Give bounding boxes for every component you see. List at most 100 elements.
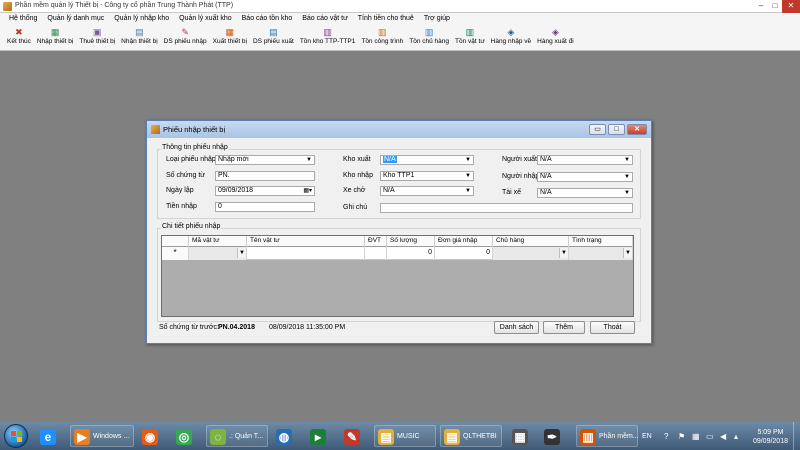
dialog-minimize-button[interactable]: ▭	[589, 124, 606, 135]
taskbar-item-0[interactable]: e	[36, 425, 66, 447]
cell-don-gia-nhap[interactable]: 0	[435, 247, 493, 260]
cell-ma-vat-tu[interactable]: ▼	[189, 247, 247, 260]
ngay-lap-picker[interactable]: 09/09/2018 ▦▾	[215, 186, 315, 196]
taskbar-item-9[interactable]: ▤ QLTHETBI	[440, 425, 502, 447]
taskbar-item-13[interactable]: ▥ Phần mềm...	[576, 425, 639, 447]
so-chung-tu-input[interactable]: PN.	[215, 171, 315, 181]
toolbar-button-6[interactable]: ▤ DS phiếu xuất	[250, 26, 297, 50]
chevron-down-icon[interactable]: ▼	[465, 157, 471, 164]
chevron-down-icon[interactable]: ▼	[624, 190, 630, 197]
chevron-down-icon[interactable]: ▼	[465, 173, 471, 180]
toolbar-button-9[interactable]: ▥ Tồn chủ hàng	[406, 26, 452, 50]
taskbar-item-5[interactable]: ◍	[272, 425, 302, 447]
toolbar-button-7[interactable]: ▥ Tồn kho TTP-TTP1	[297, 26, 359, 50]
taskbar-item-4[interactable]: ◌.: Quản T...	[206, 425, 268, 447]
menu-bao-cao-vat-tu[interactable]: Báo cáo vật tư	[297, 13, 353, 26]
tray-help-icon[interactable]: ?	[664, 432, 668, 441]
toolbar-button-4[interactable]: ✎ DS phiếu nhập	[161, 26, 210, 50]
menu-tinh-tien-cho-thue[interactable]: Tính tiền cho thuê	[353, 13, 419, 26]
start-button[interactable]	[4, 424, 28, 448]
paint-icon: ✎	[344, 429, 360, 445]
taskbar-item-7[interactable]: ✎	[340, 425, 370, 447]
incoming-goods-icon: ◈	[507, 27, 515, 37]
menu-quan-ly-danh-muc[interactable]: Quản lý danh mục	[42, 13, 109, 26]
toolbar-button-10[interactable]: ▥ Tồn vật tư	[452, 26, 488, 50]
menu-quan-ly-nhap-kho[interactable]: Quản lý nhập kho	[109, 13, 174, 26]
taskbar-item-1[interactable]: ▶ Windows ...	[70, 425, 134, 447]
toolbar-button-8[interactable]: ▥ Tồn công trình	[358, 26, 406, 50]
tray-flag-icon[interactable]: ⚑	[678, 432, 685, 441]
tray-arrow-icon[interactable]: ▴	[734, 432, 738, 441]
table-row-new[interactable]: * ▼ 0 0 ▼ ▼	[162, 247, 633, 260]
tray-volume-icon[interactable]: ◀	[720, 432, 726, 441]
menu-he-thong[interactable]: Hệ thống	[4, 13, 42, 26]
cell-dvt[interactable]	[365, 247, 387, 260]
chevron-down-icon[interactable]: ▼	[465, 188, 471, 195]
toolbar-button-3[interactable]: ▤ Nhận thiết bị	[118, 26, 161, 50]
taskbar-item-label: MUSIC	[397, 433, 420, 440]
dialog-maximize-button[interactable]: □	[608, 124, 625, 135]
nguoi-xuat-combo[interactable]: N/A ▼	[537, 155, 633, 165]
maximize-button[interactable]: □	[768, 0, 782, 13]
taskbar-item-3[interactable]: ◎	[172, 425, 202, 447]
chevron-down-icon[interactable]: ▼	[237, 248, 246, 258]
menu-bao-cao-ton-kho[interactable]: Báo cáo tồn kho	[237, 13, 298, 26]
add-button[interactable]: Thêm	[543, 321, 585, 334]
language-indicator[interactable]: EN	[642, 433, 652, 440]
cell-chu-hang[interactable]: ▼	[493, 247, 569, 260]
detail-grid[interactable]: Mã vật tư Tên vật tư ĐVT Số lượng Đơn gi…	[161, 235, 634, 317]
taskbar-item-8[interactable]: ▤ MUSIC	[374, 425, 436, 447]
toolbar-button-2[interactable]: ▣ Thuê thiết bị	[76, 26, 118, 50]
minimize-button[interactable]: –	[754, 0, 768, 13]
chevron-down-icon[interactable]: ▼	[624, 157, 630, 164]
taskbar-item-11[interactable]: ✒	[540, 425, 570, 447]
menu-tro-giup[interactable]: Trợ giúp	[419, 13, 455, 26]
cell-ten-vat-tu[interactable]	[247, 247, 365, 260]
toolbar-button-12[interactable]: ◈ Hàng xuất đi	[534, 26, 577, 50]
col-tinh-trang[interactable]: Tình trạng	[569, 236, 633, 247]
taskbar-item-label: QLTHETBI	[463, 433, 497, 440]
tien-nhap-input[interactable]: 0	[215, 202, 315, 212]
menu-quan-ly-xuat-kho[interactable]: Quản lý xuất kho	[174, 13, 237, 26]
tray-network-icon[interactable]: ▦	[692, 432, 700, 441]
pen-icon: ✒	[544, 429, 560, 445]
loai-phieu-combo[interactable]: Nhập mới ▼	[215, 155, 315, 165]
col-so-luong[interactable]: Số lượng	[387, 236, 435, 247]
ghi-chu-input[interactable]	[380, 203, 633, 213]
show-desktop-button[interactable]	[793, 422, 800, 450]
firefox-icon: ◉	[142, 429, 158, 445]
col-don-gia-nhap[interactable]: Đơn giá nhập	[435, 236, 493, 247]
list-button[interactable]: Danh sách	[494, 321, 539, 334]
taskbar-item-2[interactable]: ◉	[138, 425, 168, 447]
taskbar-item-6[interactable]: ▸	[306, 425, 336, 447]
toolbar-button-11[interactable]: ◈ Hàng nhập về	[488, 26, 534, 50]
xe-cho-combo[interactable]: N/A ▼	[380, 186, 474, 196]
clock[interactable]: 5:09 PM 09/09/2018	[753, 428, 788, 446]
toolbar-button-0[interactable]: ✖ Kết thúc	[4, 26, 34, 50]
col-dvt[interactable]: ĐVT	[365, 236, 387, 247]
loai-phieu-label: Loại phiếu nhập	[166, 156, 216, 163]
toolbar-button-5[interactable]: ▦ Xuất thiết bị	[210, 26, 250, 50]
cell-tinh-trang[interactable]: ▼	[569, 247, 633, 260]
chevron-down-icon[interactable]: ▼	[306, 157, 312, 164]
tray-battery-icon[interactable]: ▭	[706, 432, 714, 441]
col-ten-vat-tu[interactable]: Tên vật tư	[247, 236, 365, 247]
taskbar-item-10[interactable]: ▦	[508, 425, 538, 447]
chevron-down-icon[interactable]: ▼	[559, 248, 568, 258]
calendar-icon[interactable]: ▦▾	[303, 188, 312, 195]
col-chu-hang[interactable]: Chủ hàng	[493, 236, 569, 247]
cell-so-luong[interactable]: 0	[387, 247, 435, 260]
dialog-close-button[interactable]: ✕	[627, 124, 647, 135]
kho-nhap-combo[interactable]: Kho TTP1 ▼	[380, 171, 474, 181]
exit-button[interactable]: Thoát	[590, 321, 635, 334]
chevron-down-icon[interactable]: ▼	[624, 174, 630, 181]
col-ma-vat-tu[interactable]: Mã vật tư	[189, 236, 247, 247]
tai-xe-combo[interactable]: N/A ▼	[537, 188, 633, 198]
nguoi-nhap-combo[interactable]: N/A ▼	[537, 172, 633, 182]
nguoi-xuat-label: Người xuất	[502, 156, 537, 163]
dialog-title-bar[interactable]: Phiếu nhập thiết bị ▭ □ ✕	[147, 121, 651, 138]
close-button[interactable]: ✕	[782, 0, 800, 13]
kho-xuat-combo[interactable]: N/A ▼	[380, 155, 474, 165]
chevron-down-icon[interactable]: ▼	[623, 248, 632, 258]
toolbar-button-1[interactable]: ▦ Nhập thiết bị	[34, 26, 77, 50]
